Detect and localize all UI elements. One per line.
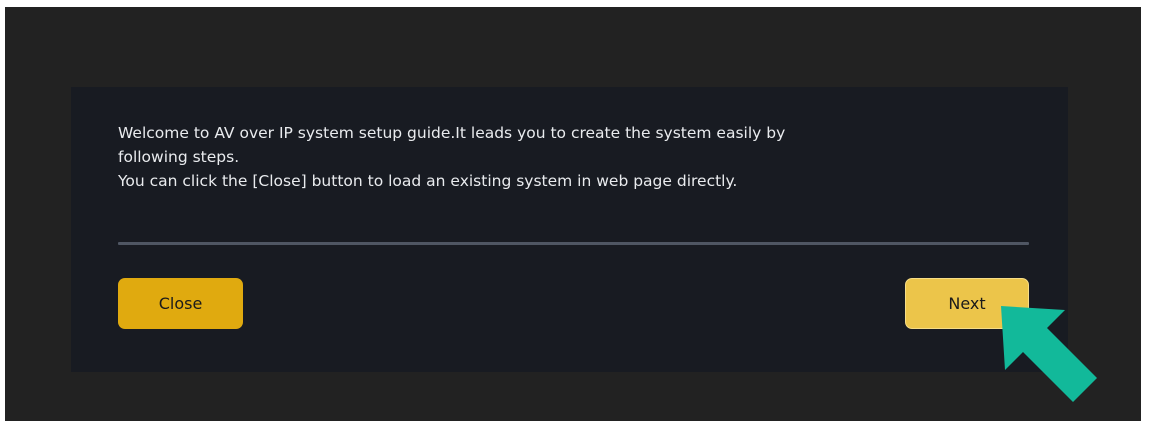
welcome-message-line: Welcome to AV over IP system setup guide… — [118, 124, 786, 142]
close-button[interactable]: Close — [118, 278, 243, 329]
welcome-message-line: You can click the [Close] button to load… — [118, 172, 738, 190]
dialog-divider — [118, 242, 1029, 245]
setup-guide-dialog: Welcome to AV over IP system setup guide… — [71, 87, 1068, 372]
welcome-message-line: following steps. — [118, 148, 240, 166]
welcome-message: Welcome to AV over IP system setup guide… — [118, 121, 998, 193]
modal-backdrop: Welcome to AV over IP system setup guide… — [5, 7, 1141, 421]
arrow-up-left-icon — [1001, 306, 1097, 402]
